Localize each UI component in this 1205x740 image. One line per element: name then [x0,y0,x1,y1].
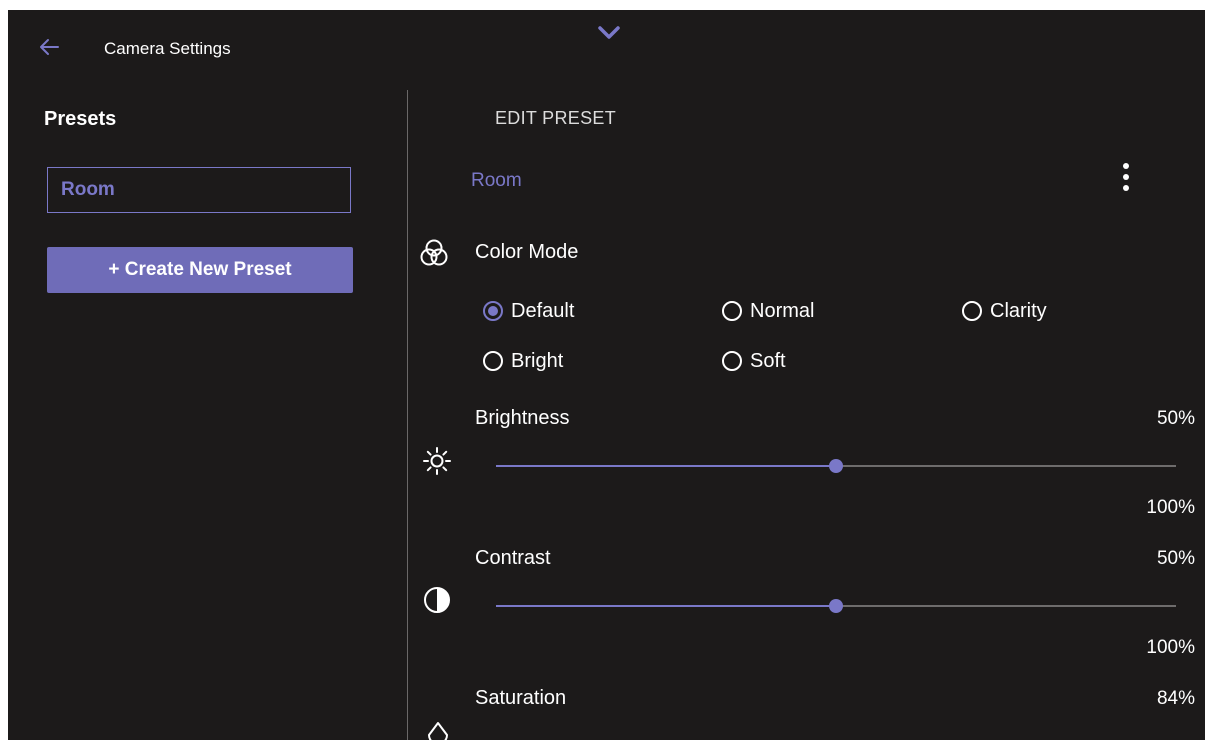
contrast-value: 50% [1156,548,1195,569]
page-title: Camera Settings [104,39,231,58]
saturation-label: Saturation [475,687,567,709]
radio-bright[interactable]: Bright [483,347,563,375]
saturation-value: 84% [1156,688,1195,709]
radio-indicator [483,351,503,371]
radio-normal[interactable]: Normal [722,297,814,325]
brightness-value: 50% [1156,408,1195,429]
radio-indicator [962,301,982,321]
contrast-icon [424,587,450,613]
brightness-max: 100% [1146,497,1195,518]
preset-name: Room [471,170,522,191]
radio-label-default: Default [511,299,575,322]
color-circles-icon [420,239,448,266]
droplet-icon [428,722,448,740]
contrast-max: 100% [1146,637,1195,658]
slider-fill [496,605,836,607]
radio-label-soft: Soft [750,349,786,372]
panel-divider [407,90,408,740]
contrast-slider[interactable] [496,596,1176,616]
radio-label-normal: Normal [750,299,815,322]
camera-settings-screen: Camera Settings Presets Room + Create Ne… [8,10,1205,740]
radio-selected-indicator [483,301,503,321]
slider-fill [496,465,836,467]
more-vertical-icon[interactable] [1116,160,1136,194]
back-arrow-icon[interactable] [38,36,60,58]
brightness-slider[interactable] [496,456,1176,476]
contrast-label: Contrast [475,547,551,569]
presets-heading: Presets [44,108,117,130]
brightness-label: Brightness [475,407,570,429]
create-new-preset-button[interactable]: + Create New Preset [47,247,353,293]
radio-label-clarity: Clarity [990,299,1047,322]
radio-label-bright: Bright [511,349,564,372]
slider-thumb[interactable] [829,459,843,473]
slider-thumb[interactable] [829,599,843,613]
preset-item-room[interactable]: Room [47,167,351,213]
edit-preset-title: EDIT PRESET [495,108,616,128]
radio-clarity[interactable]: Clarity [962,297,1047,325]
sun-icon [423,447,451,475]
radio-default[interactable]: Default [483,297,574,325]
color-mode-label: Color Mode [475,241,579,263]
radio-indicator [722,351,742,371]
chevron-down-icon[interactable] [597,25,621,41]
radio-soft[interactable]: Soft [722,347,786,375]
radio-indicator [722,301,742,321]
